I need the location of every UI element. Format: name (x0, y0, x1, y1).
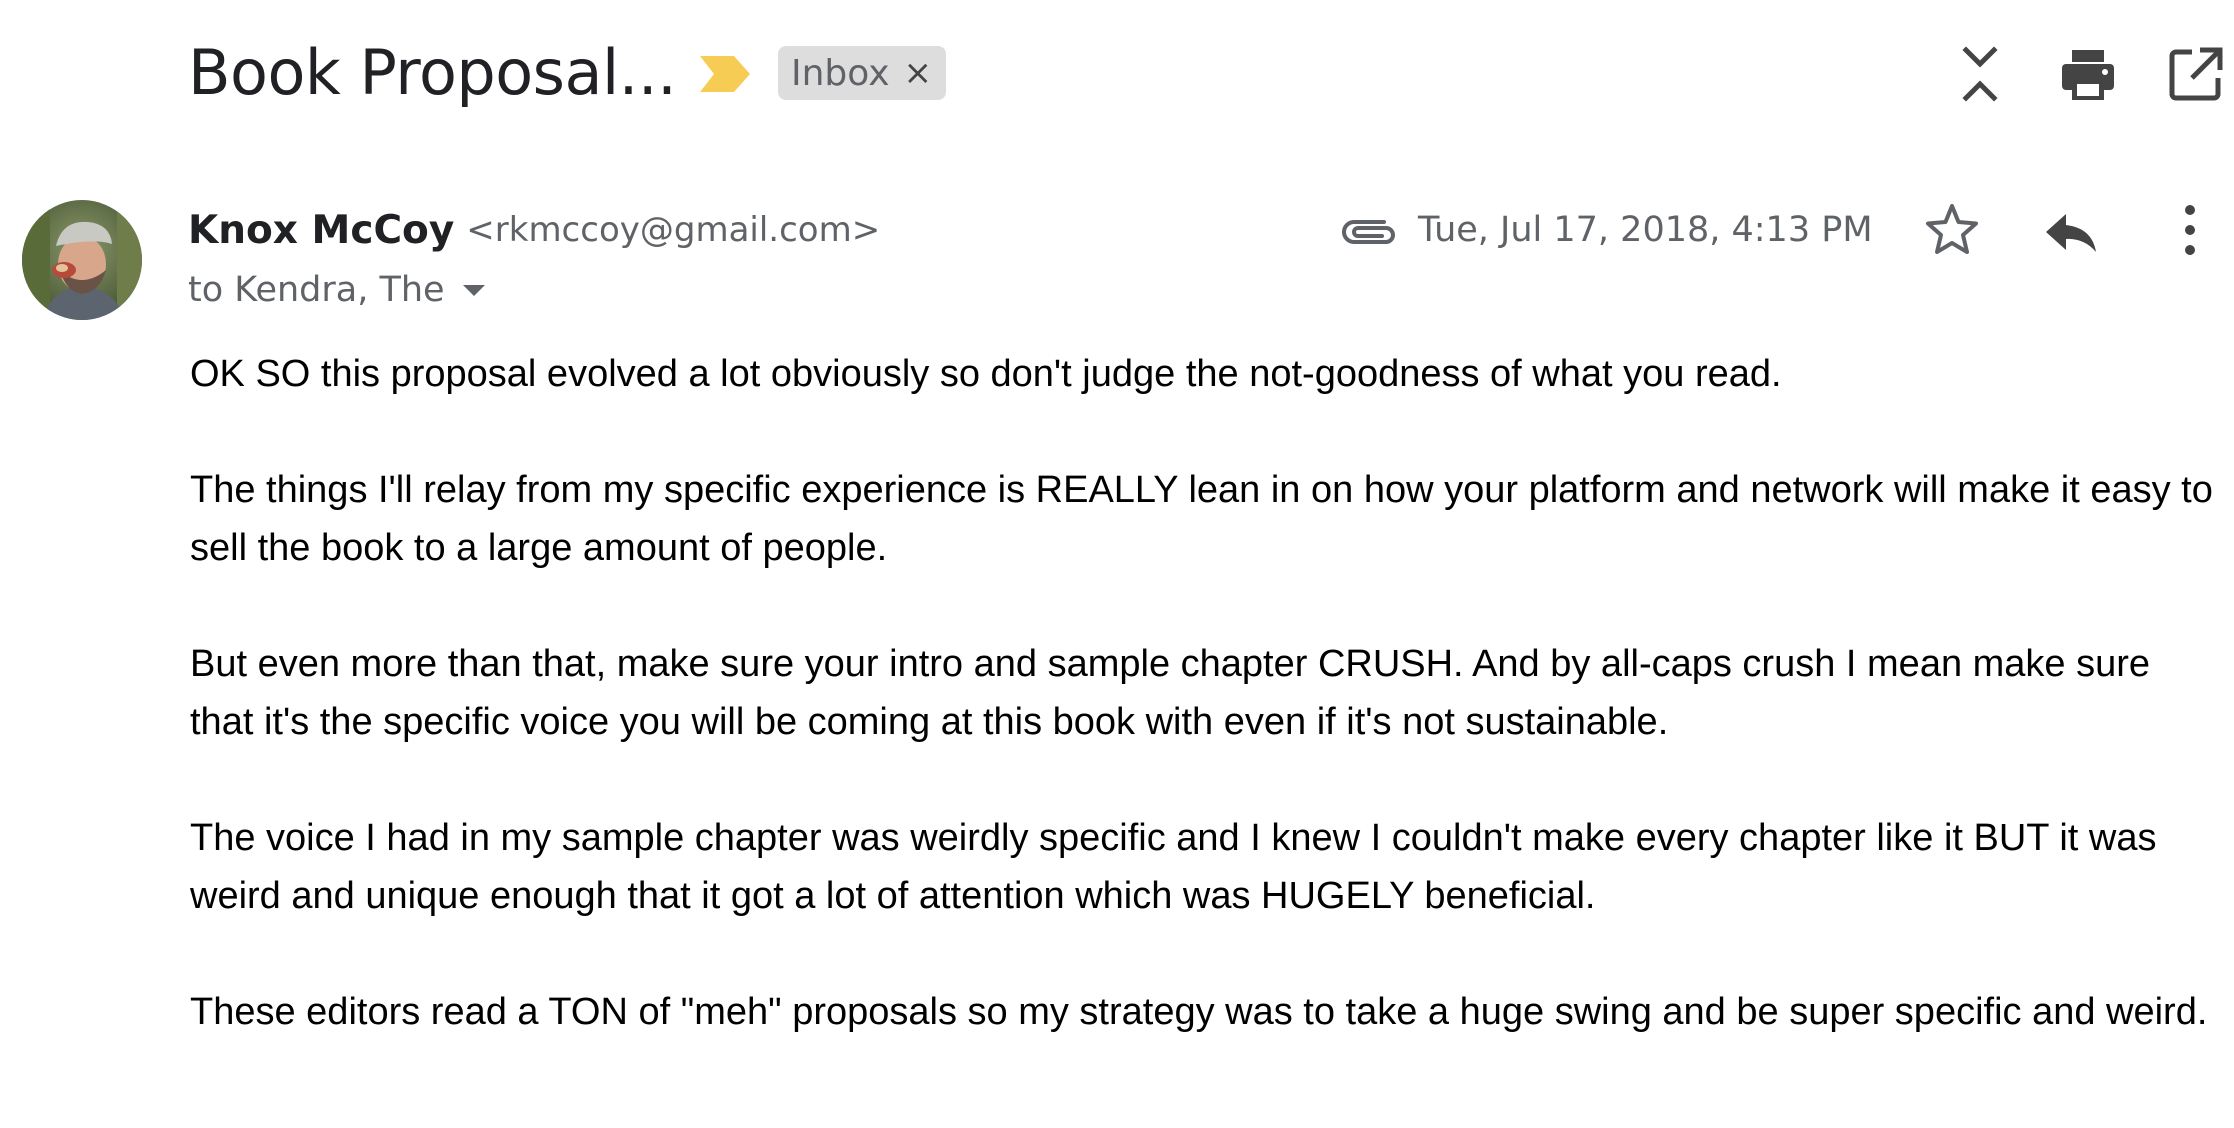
body-paragraph: The voice I had in my sample chapter was… (190, 817, 2157, 917)
sender-line: Knox McCoy <rkmccoy@gmail.com> (188, 200, 880, 260)
message-body: OK SO this proposal evolved a lot obviou… (190, 345, 2220, 1099)
body-paragraph: The things I'll relay from my specific e… (190, 469, 2213, 569)
thread-header: Book Proposal... Inbox × (0, 0, 2234, 150)
print-icon[interactable] (2058, 44, 2118, 104)
thread-subject: Book Proposal... (188, 36, 677, 109)
avatar-photo (22, 200, 142, 320)
remove-label-icon[interactable]: × (904, 56, 933, 90)
more-vert-icon[interactable] (2160, 200, 2220, 260)
sender-avatar[interactable] (22, 200, 142, 320)
sender-name[interactable]: Knox McCoy (188, 208, 454, 253)
label-chip-inbox: Inbox × (778, 46, 947, 100)
importance-marker-icon[interactable] (700, 54, 750, 94)
collapse-all-icon[interactable] (1950, 44, 2010, 104)
reply-icon[interactable] (2040, 200, 2100, 260)
body-paragraph: But even more than that, make sure your … (190, 643, 2151, 743)
body-paragraph: These editors read a TON of "meh" propos… (190, 991, 2208, 1033)
sender-email: <rkmccoy@gmail.com> (466, 210, 881, 250)
paperclip-icon (1342, 220, 1395, 244)
body-paragraph: OK SO this proposal evolved a lot obviou… (190, 353, 1782, 395)
message-date: Tue, Jul 17, 2018, 4:13 PM (1418, 210, 1873, 250)
recipients-text: to Kendra, The (188, 270, 445, 310)
open-in-new-window-icon[interactable] (2166, 44, 2226, 104)
show-details-dropdown-icon[interactable] (462, 284, 485, 296)
star-outline-icon[interactable] (1922, 200, 1982, 260)
recipients-line: to Kendra, The (188, 262, 485, 318)
label-chip-text: Inbox (791, 52, 890, 94)
